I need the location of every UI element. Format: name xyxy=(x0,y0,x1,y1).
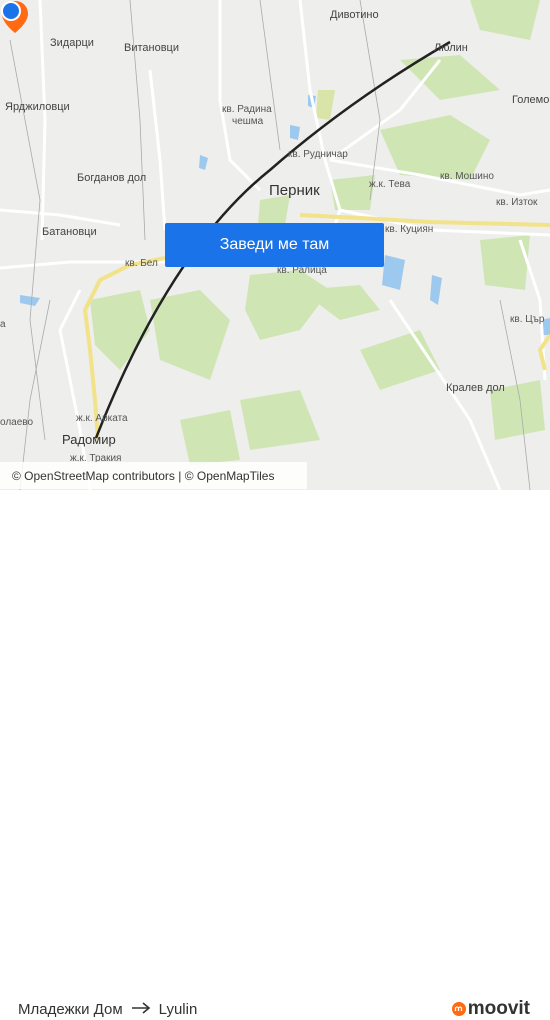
footer-bar: Младежки Дом Lyulin moovit xyxy=(0,490,550,1019)
place-label-tsar: кв. Цър xyxy=(510,314,545,325)
place-label-iztok: кв. Изток xyxy=(496,197,538,208)
place-label-teva: ж.к. Тева xyxy=(369,179,411,190)
moovit-logo: moovit xyxy=(451,998,530,1020)
place-label-radina-1: кв. Радина xyxy=(222,104,272,115)
place-label-radina-2: чешма xyxy=(232,116,264,127)
map-view[interactable]: Дивотино Зидарци Витановци Люлин Големо … xyxy=(0,0,550,490)
place-label-rudnichar: кв. Рудничар xyxy=(288,149,348,160)
place-label-left-edge: а xyxy=(0,319,6,330)
moovit-logo-icon xyxy=(451,1002,466,1016)
place-label-radomir: Радомир xyxy=(62,432,116,447)
place-label-moshino: кв. Мошино xyxy=(440,171,494,182)
place-label-zidartsi: Зидарци xyxy=(50,37,94,49)
route-summary: Младежки Дом Lyulin xyxy=(18,1001,197,1018)
moovit-logo-text: moovit xyxy=(467,998,530,1019)
place-label-bogdanov-dol: Богданов дол xyxy=(77,172,147,184)
place-label-olaevo: олаево xyxy=(0,417,34,428)
map-attribution[interactable]: © OpenStreetMap contributors | © OpenMap… xyxy=(0,462,307,489)
origin-marker-icon[interactable] xyxy=(0,0,22,22)
place-label-kutsiyan: кв. Куциян xyxy=(385,224,434,235)
place-label-kralev-dol: Кралев дол xyxy=(446,382,505,394)
route-destination: Lyulin xyxy=(158,1001,198,1018)
arrow-right-icon xyxy=(131,1001,151,1018)
place-label-vitanovtsi: Витановци xyxy=(124,42,179,54)
place-label-divotino: Дивотино xyxy=(330,9,379,21)
place-label-yardzhilovtsi: Ярджиловци xyxy=(5,101,70,113)
place-label-arkata: ж.к. Арката xyxy=(76,413,128,424)
place-label-bela: кв. Бел xyxy=(125,258,158,269)
place-label-ralitsa: кв. Ралица xyxy=(277,265,327,276)
place-label-batanovtsi: Батановци xyxy=(42,226,97,238)
place-label-lyulin: Люлин xyxy=(434,42,468,54)
route-origin: Младежки Дом xyxy=(18,1001,123,1018)
place-label-golemo: Големо xyxy=(512,94,550,106)
place-label-pernik: Перник xyxy=(269,182,320,199)
take-me-there-button[interactable]: Заведи ме там xyxy=(165,223,384,267)
